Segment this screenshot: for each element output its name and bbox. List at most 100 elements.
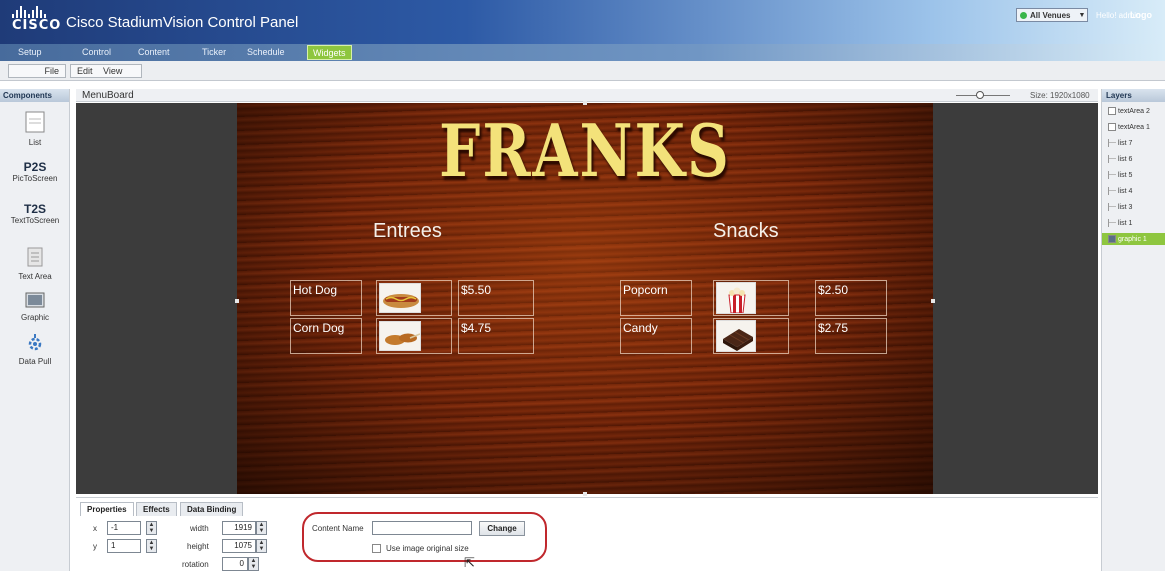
layer-item[interactable]: textArea 1 xyxy=(1108,121,1150,133)
status-dot-icon xyxy=(1020,11,1027,19)
layer-item[interactable]: list 4 xyxy=(1108,185,1132,197)
use-original-size-label: Use image original size xyxy=(386,544,469,553)
document-title: MenuBoard xyxy=(82,90,134,101)
layer-item[interactable]: list 7 xyxy=(1108,137,1132,149)
nav-control[interactable]: Control xyxy=(82,47,111,57)
properties-panel: Properties Effects Data Binding x -1 ▲ ▼ … xyxy=(76,497,1098,571)
resize-handle[interactable] xyxy=(235,299,239,303)
snack-price-cell[interactable]: $2.75 xyxy=(815,318,887,354)
snack-name-cell[interactable]: Candy xyxy=(620,318,692,354)
menu-file[interactable]: File xyxy=(8,64,66,78)
layer-item[interactable]: list 3 xyxy=(1108,201,1132,213)
snacks-heading[interactable]: Snacks xyxy=(713,220,779,243)
nav-setup[interactable]: Setup xyxy=(18,47,42,57)
rotation-stepper[interactable]: ▲ ▼ xyxy=(248,557,259,571)
nav-schedule[interactable]: Schedule xyxy=(247,47,285,57)
y-field[interactable]: 1 xyxy=(107,539,141,553)
logout-link[interactable]: Logo xyxy=(1130,10,1152,20)
layer-item[interactable]: list 5 xyxy=(1108,169,1132,181)
snack-thumb-cell[interactable] xyxy=(713,280,789,316)
app-header: CISCO Cisco StadiumVision Control Panel … xyxy=(0,0,1165,44)
width-field[interactable]: 1919 xyxy=(222,521,256,535)
main-nav: Setup Control Content Ticker Schedule Wi… xyxy=(0,44,1165,61)
layer-item[interactable]: textArea 2 xyxy=(1108,105,1150,117)
layers-panel: Layers textArea 2 textArea 1 list 7 list… xyxy=(1101,89,1165,571)
component-graphic[interactable]: Graphic xyxy=(0,292,70,322)
change-button[interactable]: Change xyxy=(479,521,525,536)
tab-data-binding[interactable]: Data Binding xyxy=(180,502,244,516)
list-icon xyxy=(1108,155,1116,163)
annotation-highlight xyxy=(302,512,547,562)
t2s-icon: T2S xyxy=(23,202,46,216)
list-icon xyxy=(1108,203,1116,211)
layer-label: list 7 xyxy=(1118,139,1133,147)
y-label: y xyxy=(93,542,97,551)
text-area-icon xyxy=(1108,107,1116,115)
y-stepper[interactable]: ▲ ▼ xyxy=(146,539,157,553)
component-pictoscreen-label: PicToScreen xyxy=(12,174,58,183)
entrees-heading[interactable]: Entrees xyxy=(373,220,442,243)
height-field[interactable]: 1075 xyxy=(222,539,256,553)
component-text-area[interactable]: Text Area xyxy=(0,247,70,281)
hot-dog-image xyxy=(379,283,421,313)
venue-select[interactable]: All Venues ▼ xyxy=(1016,8,1088,22)
app-title: Cisco StadiumVision Control Panel xyxy=(66,14,299,31)
rotation-field[interactable]: 0 xyxy=(222,557,248,571)
stage-gutter-right xyxy=(933,103,1098,494)
entree-name-cell[interactable]: Hot Dog xyxy=(290,280,362,316)
layer-label: list 1 xyxy=(1118,219,1133,227)
resize-handle[interactable] xyxy=(583,492,587,496)
height-stepper[interactable]: ▲ ▼ xyxy=(256,539,267,553)
tab-effects[interactable]: Effects xyxy=(136,502,177,516)
popcorn-image xyxy=(716,282,756,314)
resize-handle[interactable] xyxy=(583,101,587,105)
menu-edit[interactable]: Edit xyxy=(77,66,93,76)
width-label: width xyxy=(190,524,209,533)
entree-name-cell[interactable]: Corn Dog xyxy=(290,318,362,354)
use-original-size-checkbox[interactable] xyxy=(372,544,381,553)
chevron-down-icon: ▼ xyxy=(1078,11,1086,19)
layer-item-selected[interactable]: graphic 1 xyxy=(1102,233,1165,245)
editor-header: MenuBoard Size: 1920x1080 xyxy=(76,89,1098,102)
candy-image xyxy=(716,320,756,352)
entree-price-cell[interactable]: $5.50 xyxy=(458,280,534,316)
layer-label: textArea 1 xyxy=(1118,123,1150,131)
menu-view[interactable]: View xyxy=(103,66,122,76)
entree-thumb-cell[interactable] xyxy=(376,318,452,354)
layer-label: graphic 1 xyxy=(1118,235,1147,243)
menu-bar: File Edit View xyxy=(0,61,1165,81)
layer-item[interactable]: list 6 xyxy=(1108,153,1132,165)
components-title: Components xyxy=(0,89,69,102)
component-list-label: List xyxy=(28,138,42,147)
entree-thumb-cell[interactable] xyxy=(376,280,452,316)
x-stepper[interactable]: ▲ ▼ xyxy=(146,521,157,535)
snack-thumb-cell[interactable] xyxy=(713,318,789,354)
tab-properties[interactable]: Properties xyxy=(80,502,134,516)
component-list[interactable]: List xyxy=(0,111,70,147)
list-icon xyxy=(1108,171,1116,179)
x-field[interactable]: -1 xyxy=(107,521,141,535)
brand-name: CISCO xyxy=(12,18,62,33)
content-name-field[interactable] xyxy=(372,521,472,535)
canvas-size-label: Size: 1920x1080 xyxy=(1030,91,1090,100)
snack-price-cell[interactable]: $2.50 xyxy=(815,280,887,316)
zoom-slider-thumb[interactable] xyxy=(976,91,984,99)
snack-name-cell[interactable]: Popcorn xyxy=(620,280,692,316)
x-label: x xyxy=(93,524,97,533)
resize-handle[interactable] xyxy=(931,299,935,303)
rotation-label: rotation xyxy=(182,560,209,569)
nav-content[interactable]: Content xyxy=(138,47,170,57)
height-label: height xyxy=(187,542,209,551)
venue-select-value: All Venues xyxy=(1030,10,1071,20)
layer-item[interactable]: list 1 xyxy=(1108,217,1132,229)
board-title[interactable]: FRANKS xyxy=(237,109,933,194)
text-area-icon xyxy=(27,247,43,267)
menu-board-canvas[interactable]: FRANKS Entrees Snacks Hot Dog $5.50 Corn… xyxy=(235,101,935,496)
nav-ticker[interactable]: Ticker xyxy=(202,47,226,57)
component-pictoscreen[interactable]: P2S PicToScreen xyxy=(0,160,70,183)
component-texttoscreen[interactable]: T2S TextToScreen xyxy=(0,202,70,225)
nav-widgets[interactable]: Widgets xyxy=(307,45,352,60)
entree-price-cell[interactable]: $4.75 xyxy=(458,318,534,354)
component-data-pull[interactable]: Data Pull xyxy=(0,334,70,366)
width-stepper[interactable]: ▲ ▼ xyxy=(256,521,267,535)
